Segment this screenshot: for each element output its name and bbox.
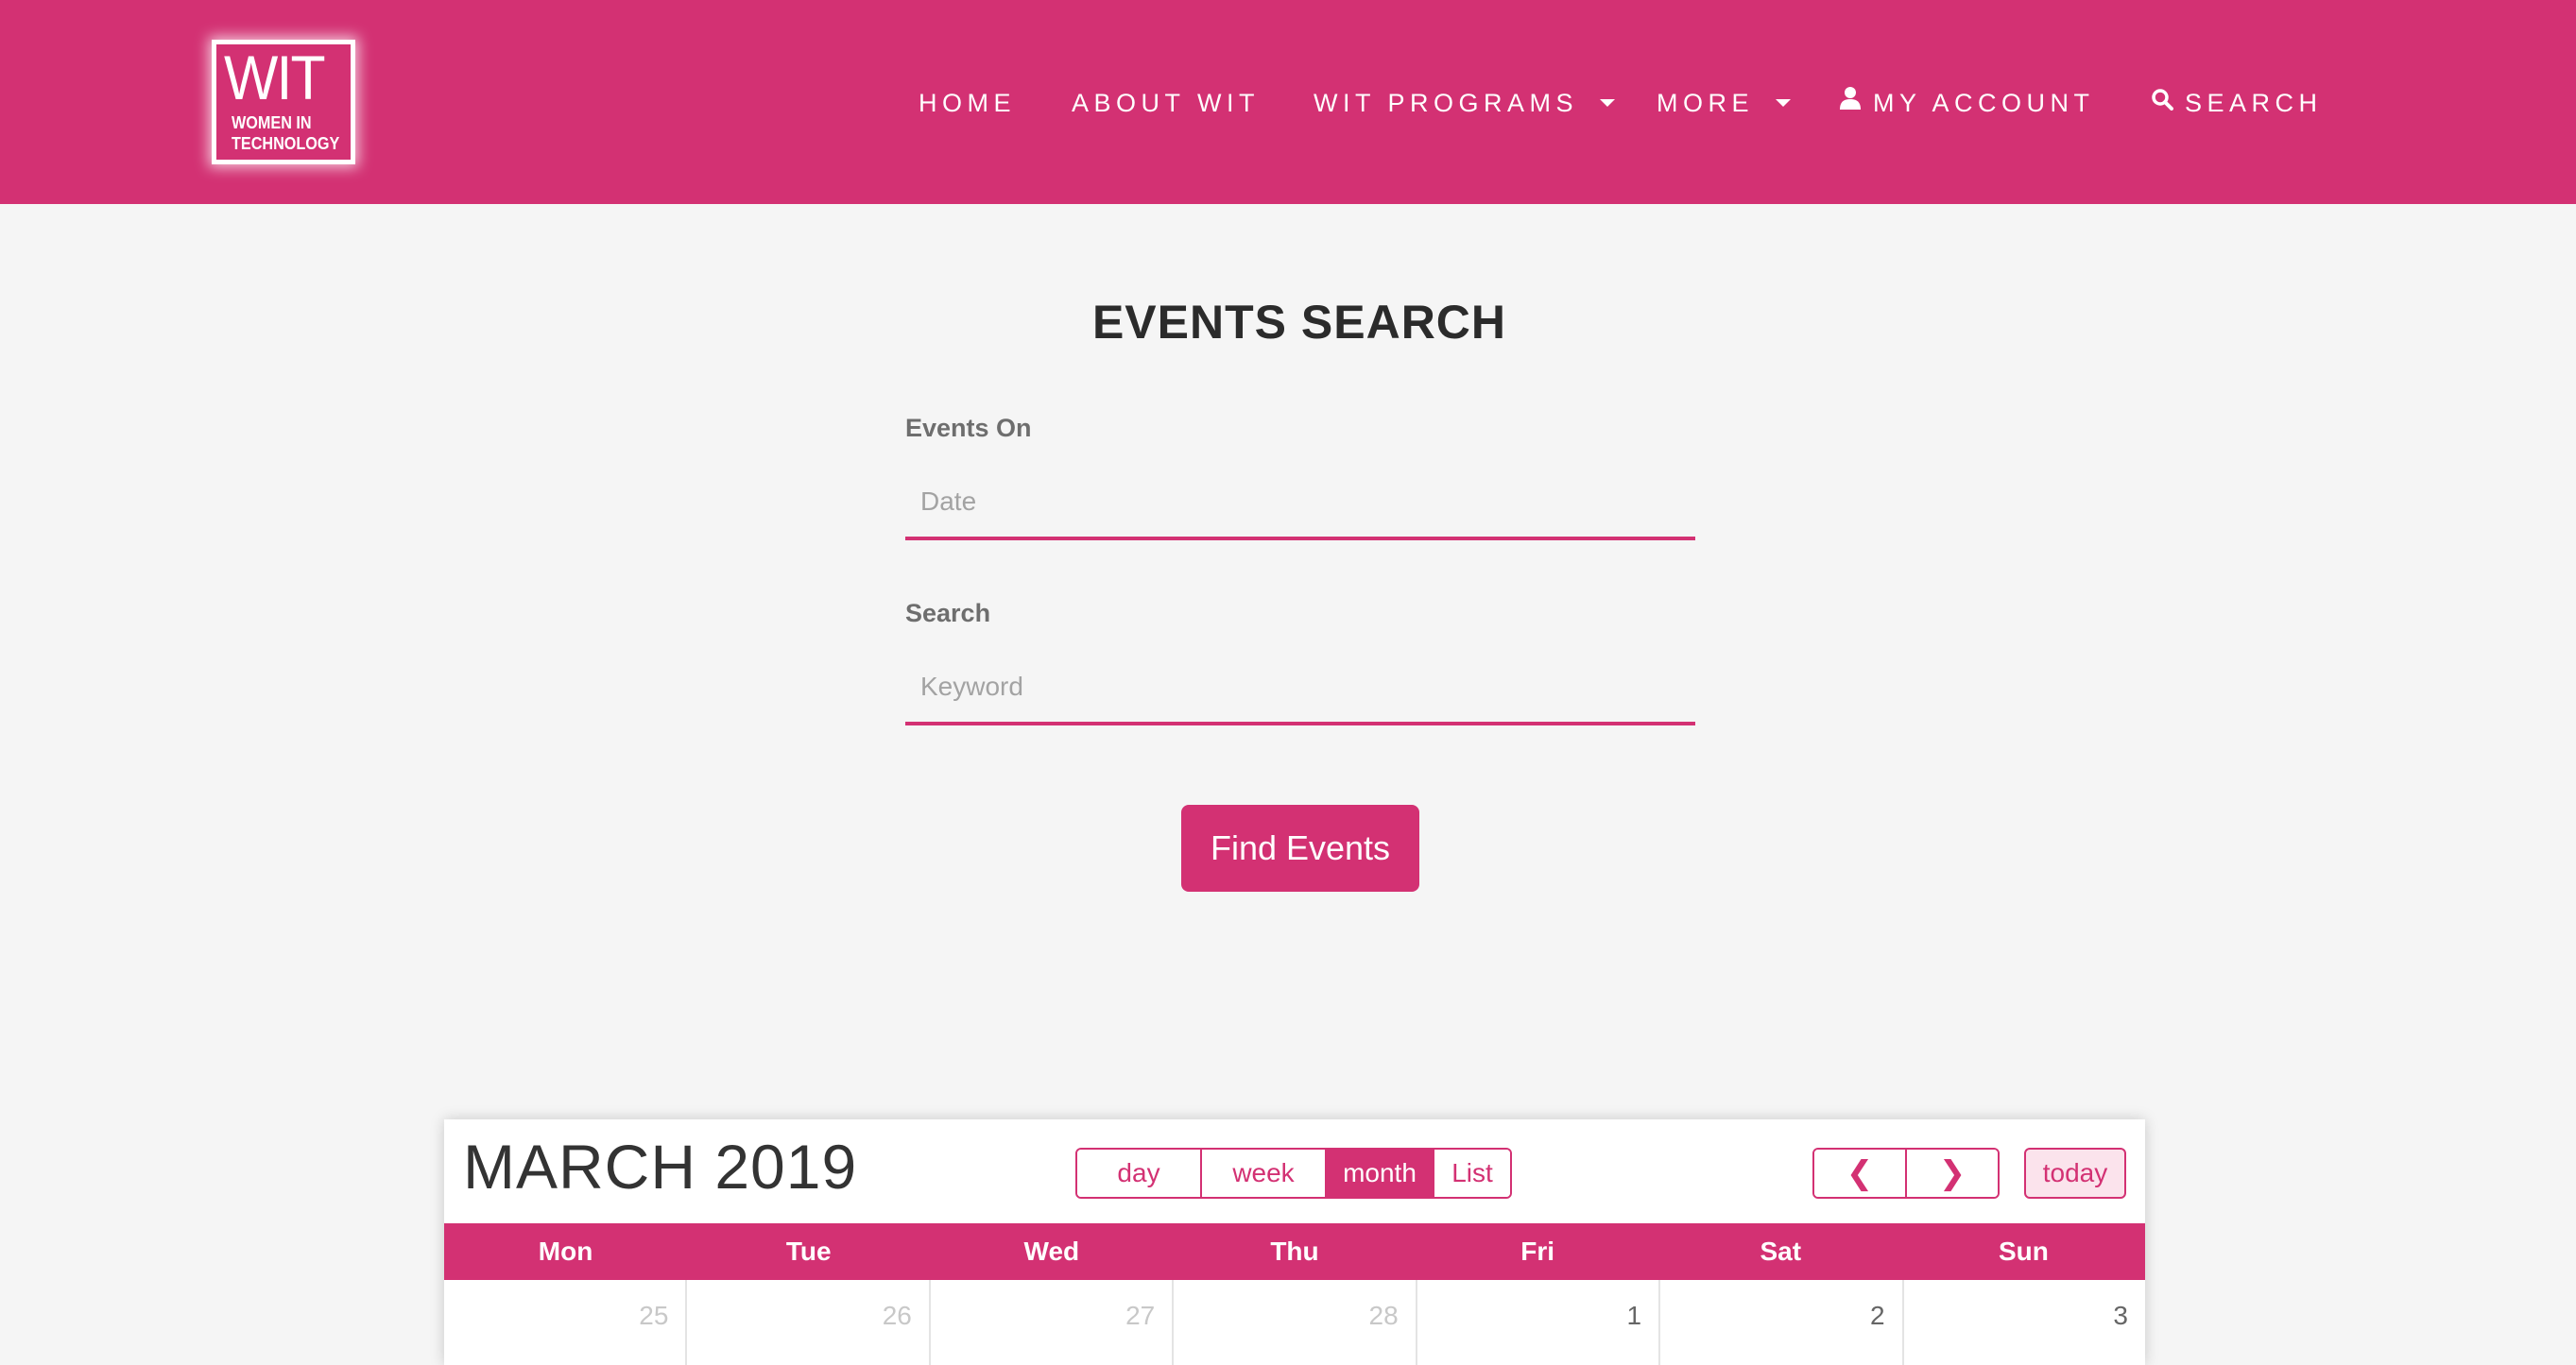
weekday-mon: Mon [538,1237,593,1266]
site-header: WIT WOMEN IN TECHNOLOGY HOME ABOUT WIT W… [0,0,2576,204]
calendar-week-row: 25 26 27 28 1 2 3 [444,1280,2145,1365]
view-list-button[interactable]: List [1434,1150,1510,1197]
nav-more-label: MORE [1657,89,1754,117]
nav-search-label: SEARCH [2185,89,2323,117]
search-label: Search [905,599,991,627]
weekday-wed: Wed [1023,1237,1080,1266]
nav-my-account-label: MY ACCOUNT [1873,89,2095,117]
events-calendar: MARCH 2019 day week month List ❮ ❯ today… [444,1119,2145,1365]
magnifier-icon [2151,84,2173,120]
find-events-button[interactable]: Find Events [1181,805,1419,892]
calendar-view-switcher: day week month List [1075,1148,1512,1199]
nav-more[interactable]: MORE [1657,85,1792,121]
calendar-month-title: MARCH 2019 [463,1132,858,1202]
weekday-tue: Tue [785,1237,832,1266]
date-input[interactable] [905,467,1695,540]
wit-logo[interactable]: WIT WOMEN IN TECHNOLOGY [212,40,355,164]
weekday-header: Mon Tue Wed Thu Fri Sat Sun [444,1223,2145,1280]
nav-my-account[interactable]: MY ACCOUNT [1839,85,2095,123]
nav-about-wit-label: ABOUT WIT [1072,89,1261,117]
view-week-button[interactable]: week [1202,1150,1327,1197]
events-on-label: Events On [905,414,1032,442]
logo-tagline-line1: WOMEN IN [232,113,312,132]
nav-about-wit[interactable]: ABOUT WIT [1072,85,1260,121]
day-cell[interactable]: 25 [444,1280,688,1365]
nav-home[interactable]: HOME [919,85,1016,121]
day-cell[interactable]: 27 [931,1280,1175,1365]
today-button[interactable]: today [2024,1148,2126,1199]
weekday-sat: Sat [1760,1237,1802,1266]
weekday-sun: Sun [1998,1237,2049,1266]
day-cell[interactable]: 28 [1174,1280,1417,1365]
page-title: EVENTS SEARCH [1091,296,1507,349]
weekday-thu: Thu [1270,1237,1319,1266]
chevron-left-icon[interactable]: ❮ [1814,1150,1907,1197]
caret-down-icon [1600,98,1616,107]
nav-wit-programs[interactable]: WIT PROGRAMS [1314,85,1616,121]
day-cell[interactable]: 1 [1417,1280,1661,1365]
chevron-right-icon[interactable]: ❯ [1907,1150,1998,1197]
caret-down-icon [1776,98,1792,107]
keyword-input[interactable] [905,652,1695,725]
logo-wordmark: WIT [224,43,326,112]
day-cell[interactable]: 26 [687,1280,931,1365]
calendar-prev-next: ❮ ❯ [1812,1148,2000,1199]
nav-wit-programs-label: WIT PROGRAMS [1314,89,1579,117]
logo-tagline: WOMEN IN TECHNOLOGY [232,112,340,154]
user-icon [1839,84,1862,120]
view-day-button[interactable]: day [1077,1150,1202,1197]
day-cell[interactable]: 3 [1904,1280,2145,1365]
weekday-fri: Fri [1520,1237,1555,1266]
view-month-button[interactable]: month [1327,1150,1434,1197]
logo-tagline-line2: TECHNOLOGY [232,134,340,153]
nav-home-label: HOME [919,89,1016,117]
nav-search[interactable]: SEARCH [2151,85,2323,123]
day-cell[interactable]: 2 [1660,1280,1904,1365]
